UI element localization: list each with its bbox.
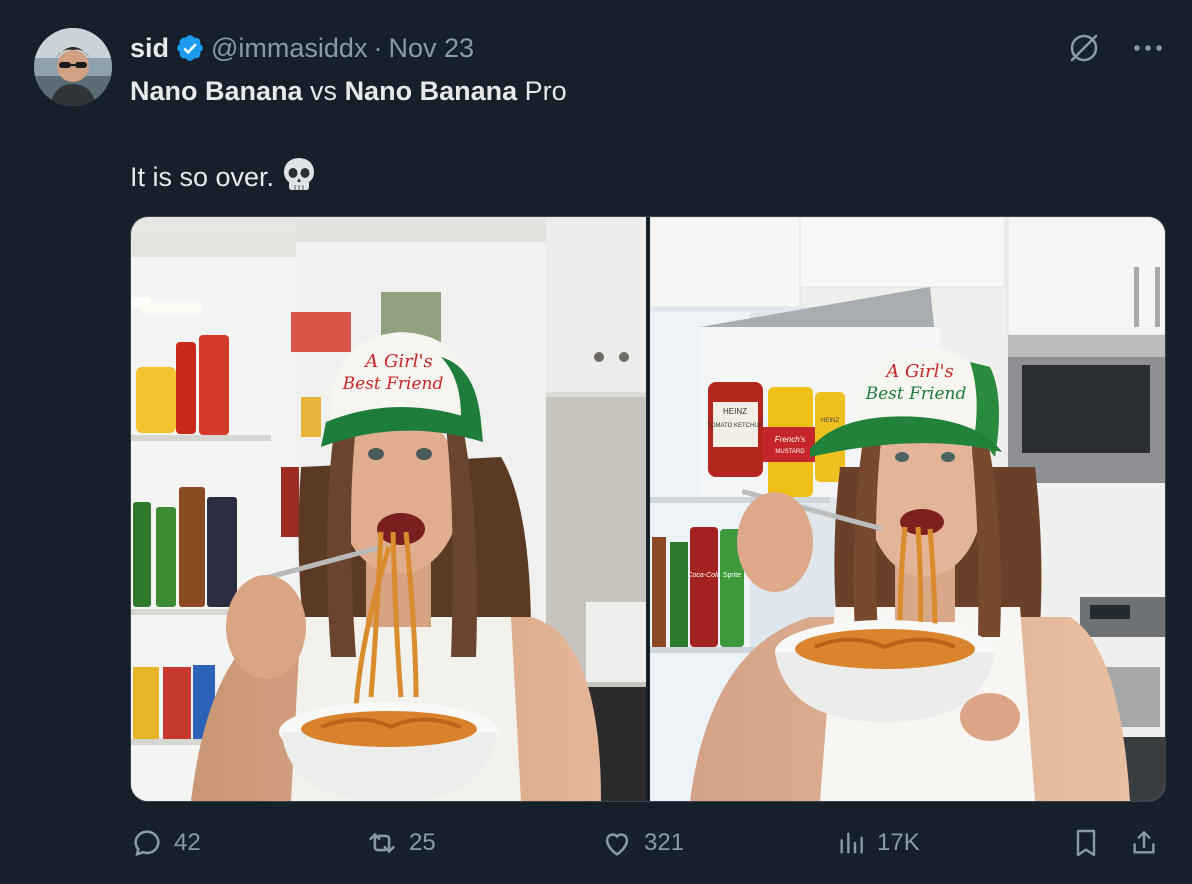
- verified-badge-icon[interactable]: [175, 33, 205, 63]
- tweet-text-vs: vs: [302, 76, 345, 106]
- heinz-brand: HEINZ: [723, 407, 747, 416]
- tweet-text-bold-2: Nano Banana: [344, 76, 518, 106]
- views-button[interactable]: 17K: [835, 826, 920, 860]
- more-icon[interactable]: [1132, 30, 1164, 71]
- author-handle[interactable]: @immasiddx: [211, 33, 367, 64]
- left-cap-text-1: A Girl's: [363, 351, 432, 372]
- repost-count: 25: [409, 829, 436, 856]
- tweet-date[interactable]: Nov 23: [388, 33, 474, 64]
- bookmark-icon: [1070, 826, 1102, 860]
- right-cap-text-1: A Girl's: [884, 361, 953, 382]
- mustard-label: MUSTARD: [775, 449, 805, 455]
- cola-label: Coca-Cola: [687, 572, 720, 579]
- views-icon: [835, 826, 867, 860]
- left-cap-text-2: Best Friend: [342, 374, 444, 394]
- tweet-text-line2: It is so over.: [130, 156, 316, 199]
- bookmark-button[interactable]: [1070, 826, 1102, 860]
- share-icon: [1128, 826, 1160, 860]
- right-cap-text-2: Best Friend: [865, 384, 967, 404]
- heinz-small: HEINZ: [821, 418, 839, 424]
- like-count: 321: [644, 829, 685, 856]
- tweet-top-actions: [1066, 30, 1164, 71]
- tweet-text-sentence: It is so over.: [130, 162, 275, 192]
- grok-icon[interactable]: [1066, 30, 1102, 71]
- avatar[interactable]: [34, 28, 112, 106]
- avatar-photo: [34, 28, 112, 106]
- nano-banana-image: A Girl's Best Friend: [131, 217, 646, 801]
- author-name[interactable]: sid: [130, 33, 169, 64]
- tweet-text-bold-1: Nano Banana: [130, 76, 303, 106]
- ketchup-label: TOMATO KETCHUP: [707, 423, 762, 429]
- like-icon: [600, 826, 634, 860]
- tweet-text-line1: Nano Banana vs Nano Banana Pro: [130, 76, 567, 107]
- repost-button[interactable]: 25: [365, 826, 436, 860]
- sprite-label: Sprite: [723, 572, 741, 579]
- reply-count: 42: [174, 829, 201, 856]
- mustard-brand: French's: [775, 435, 805, 444]
- like-button[interactable]: 321: [600, 826, 684, 860]
- views-count: 17K: [877, 829, 920, 856]
- tweet-action-bar: 42 25 321 17K: [130, 826, 1164, 866]
- skull-emoji: [282, 156, 316, 199]
- media-image-left[interactable]: A Girl's Best Friend: [131, 217, 646, 801]
- share-button[interactable]: [1128, 826, 1160, 860]
- reply-icon: [130, 826, 164, 860]
- repost-icon: [365, 826, 399, 860]
- media-image-right[interactable]: HEINZ TOMATO KETCHUP French's MUSTARD HE…: [650, 217, 1165, 801]
- tweet-media[interactable]: A Girl's Best Friend HEINZ TOMATO KETCHU…: [130, 216, 1166, 802]
- tweet-header: sid @immasiddx · Nov 23: [130, 30, 474, 66]
- nano-banana-pro-image: HEINZ TOMATO KETCHUP French's MUSTARD HE…: [650, 217, 1165, 801]
- separator-dot: ·: [373, 32, 383, 63]
- reply-button[interactable]: 42: [130, 826, 201, 860]
- tweet-text-pro: Pro: [517, 76, 567, 106]
